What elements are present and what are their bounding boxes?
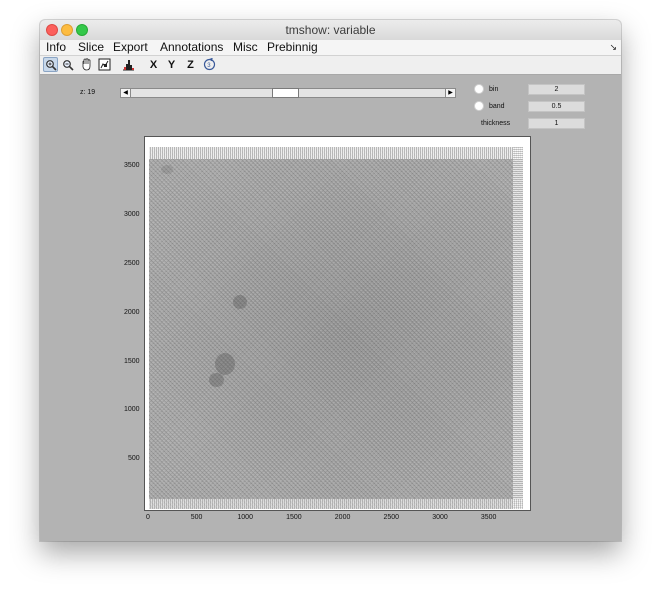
slider-thumb[interactable] [271, 88, 299, 98]
rotate-3d-icon[interactable]: 3 [202, 57, 217, 72]
pan-hand-icon[interactable] [79, 57, 94, 72]
bin-label: bin [489, 86, 499, 93]
menu-misc[interactable]: Misc [233, 40, 258, 55]
slider-right-arrow-icon[interactable]: ▶ [445, 89, 455, 97]
zoom-in-icon[interactable] [43, 57, 58, 72]
toolbar: X Y Z 3 [40, 55, 621, 75]
band-field[interactable]: 0.5 [528, 101, 585, 112]
thickness-field[interactable]: 1 [528, 118, 585, 129]
band-label: band [489, 103, 505, 110]
x-tick-label: 500 [190, 514, 203, 521]
view-z-button[interactable]: Z [183, 57, 198, 72]
image-axes[interactable] [144, 136, 531, 511]
thickness-label: thickness [481, 120, 511, 127]
view-x-button[interactable]: X [146, 57, 161, 72]
menu-bar: Info Slice Export Annotations Misc Prebi… [40, 40, 621, 55]
bin-radio[interactable] [474, 84, 484, 94]
y-tick-label: 1500 [124, 357, 140, 365]
y-tick-label: 2000 [124, 308, 140, 316]
slider-left-arrow-icon[interactable]: ◀ [121, 89, 131, 97]
view-y-button[interactable]: Y [164, 57, 179, 72]
x-tick-label: 3500 [480, 514, 497, 521]
menu-annotations[interactable]: Annotations [160, 40, 223, 55]
x-tick-label: 2500 [383, 514, 400, 521]
y-tick-label: 500 [128, 455, 140, 463]
x-tick-label: 1000 [237, 514, 253, 521]
title-bar[interactable]: tmshow: variable [40, 20, 621, 41]
bin-field[interactable]: 2 [528, 84, 585, 95]
menu-export[interactable]: Export [113, 40, 148, 55]
band-radio[interactable] [474, 101, 484, 111]
y-tick-label: 3000 [124, 211, 140, 219]
x-tick-label: 1500 [286, 514, 302, 521]
z-slice-slider[interactable]: ◀ ▶ [120, 88, 456, 98]
menu-info[interactable]: Info [46, 40, 66, 55]
x-tick-label: 2000 [334, 514, 351, 521]
window-title: tmshow: variable [285, 23, 376, 37]
menu-prebinnig[interactable]: Prebinnig [267, 40, 318, 55]
zoom-out-icon[interactable] [60, 57, 75, 72]
y-tick-label: 1000 [124, 406, 140, 414]
tomogram-slice-image [149, 147, 523, 509]
x-tick-label: 0 [146, 514, 150, 521]
y-tick-label: 2500 [124, 260, 140, 268]
z-slice-label: z: 19 [80, 89, 96, 96]
x-tick-label: 3000 [432, 514, 448, 521]
histogram-icon[interactable] [121, 57, 136, 72]
menu-slice[interactable]: Slice [78, 40, 104, 55]
resize-arrow-icon[interactable]: ↘ [609, 40, 617, 55]
svg-text:3: 3 [207, 63, 211, 69]
tmshow-window: tmshow: variable Info Slice Export Annot… [40, 20, 621, 541]
data-cursor-icon[interactable] [97, 57, 112, 72]
y-tick-label: 3500 [124, 162, 140, 170]
